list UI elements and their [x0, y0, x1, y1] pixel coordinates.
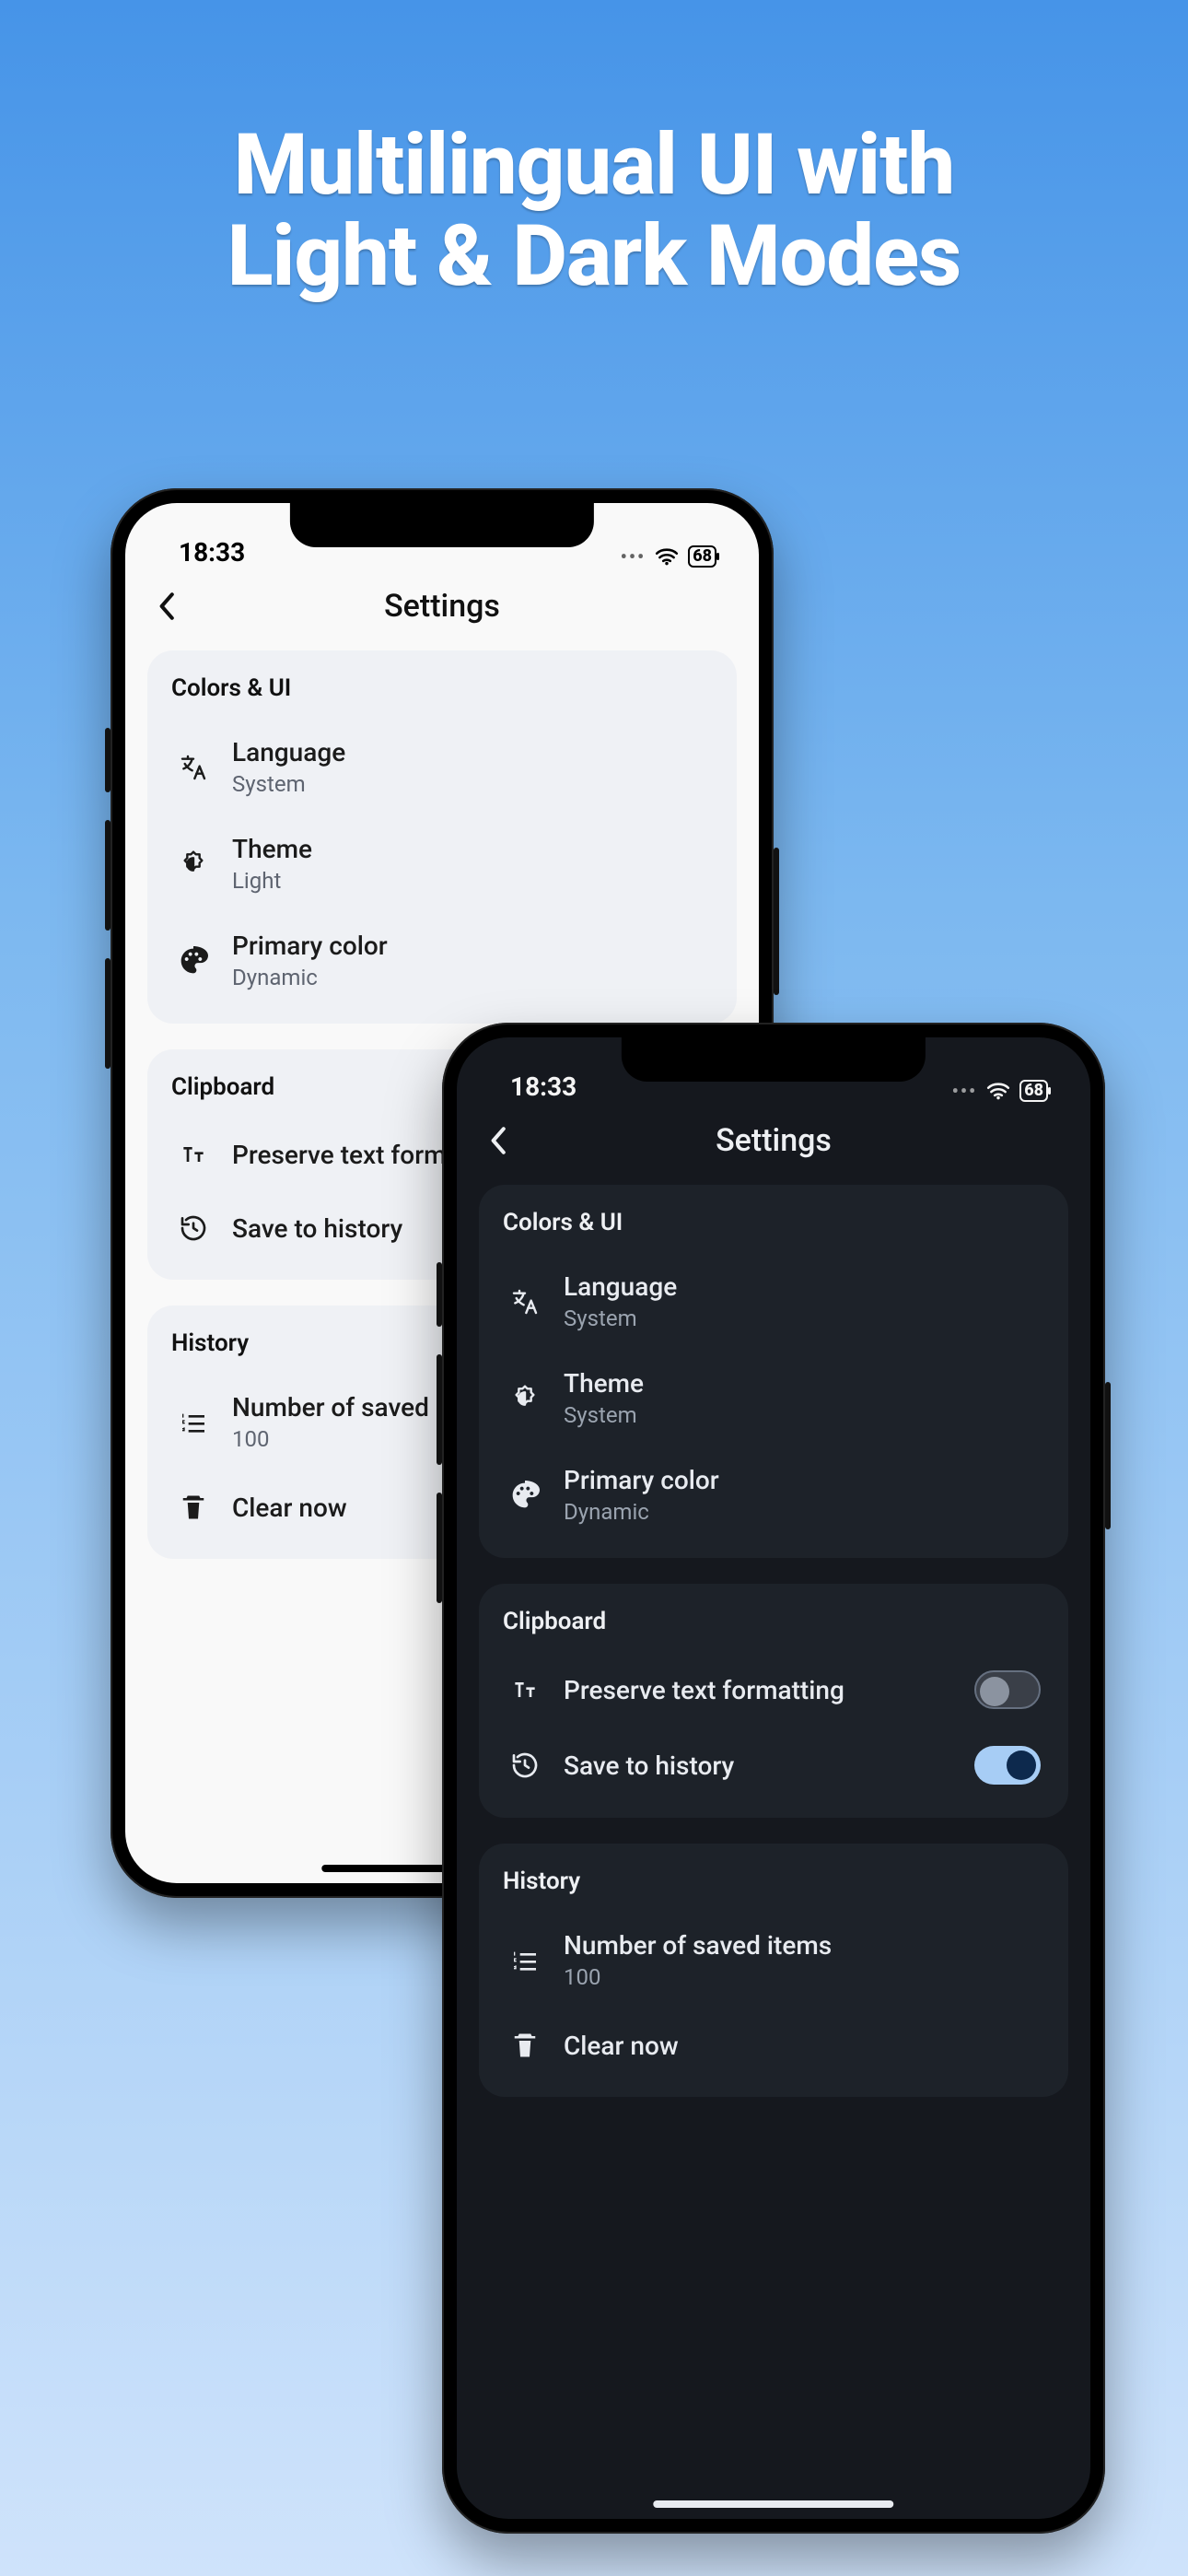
- row-theme[interactable]: Theme Light: [171, 815, 713, 912]
- row-label: Language: [564, 1271, 1041, 1302]
- page-title: Settings: [125, 588, 759, 625]
- brightness-icon: [175, 846, 212, 883]
- row-saved-count[interactable]: Number of saved items 100: [503, 1912, 1044, 2008]
- status-time: 18:33: [510, 1071, 577, 1102]
- battery-indicator: 68: [688, 545, 716, 568]
- battery-indicator: 68: [1019, 1080, 1048, 1102]
- phone-frame-dark: 18:33 ••• 68 Settings Colors & UI: [442, 1023, 1105, 2534]
- row-label: Language: [232, 737, 709, 767]
- row-label: Clear now: [564, 2031, 1041, 2061]
- row-label: Primary color: [232, 931, 709, 961]
- section-title: Clipboard: [503, 1608, 1044, 1635]
- page-title: Settings: [457, 1122, 1090, 1159]
- nav-header: Settings: [125, 569, 759, 643]
- row-value: Dynamic: [564, 1499, 1041, 1525]
- palette-icon: [507, 1477, 543, 1514]
- cellular-icon: •••: [621, 545, 646, 568]
- row-clear-now[interactable]: Clear now: [503, 2008, 1044, 2082]
- row-label: Theme: [232, 834, 709, 864]
- phone-side-button: [105, 820, 111, 931]
- phone-notch: [622, 1037, 926, 1082]
- phone-side-button: [1105, 1382, 1111, 1529]
- phone-side-button: [437, 1262, 442, 1327]
- history-icon: [175, 1210, 212, 1247]
- promo-line-2: Light & Dark Modes: [227, 207, 961, 306]
- trash-icon: [507, 2027, 543, 2064]
- status-time: 18:33: [179, 537, 245, 568]
- row-label: Number of saved items: [564, 1930, 1041, 1961]
- history-icon: [507, 1747, 543, 1784]
- translate-icon: [507, 1283, 543, 1320]
- trash-icon: [175, 1489, 212, 1526]
- promo-line-1: Multilingual UI with: [234, 116, 954, 215]
- row-theme[interactable]: Theme System: [503, 1350, 1044, 1446]
- row-value: Light: [232, 868, 709, 894]
- nav-header: Settings: [457, 1104, 1090, 1177]
- phone-side-button: [437, 1354, 442, 1465]
- list-numbered-icon: [507, 1942, 543, 1979]
- section-clipboard: Clipboard Preserve text formatting: [479, 1584, 1068, 1818]
- row-label: Theme: [564, 1368, 1041, 1399]
- row-label: Preserve text formatting: [564, 1675, 954, 1705]
- list-numbered-icon: [175, 1404, 212, 1441]
- row-label: Primary color: [564, 1465, 1041, 1495]
- row-save-history[interactable]: Save to history: [503, 1727, 1044, 1803]
- home-indicator[interactable]: [653, 2500, 893, 2508]
- brightness-icon: [507, 1380, 543, 1417]
- row-language[interactable]: Language System: [503, 1253, 1044, 1350]
- row-language[interactable]: Language System: [171, 719, 713, 815]
- phone-side-button: [437, 1493, 442, 1603]
- palette-icon: [175, 943, 212, 979]
- row-value: System: [564, 1306, 1041, 1331]
- row-primary-color[interactable]: Primary color Dynamic: [503, 1446, 1044, 1543]
- row-value: System: [232, 771, 709, 797]
- section-title: History: [503, 1868, 1044, 1895]
- row-value: Dynamic: [232, 965, 709, 990]
- promo-headline: Multilingual UI with Light & Dark Modes: [0, 120, 1188, 303]
- phone-side-button: [105, 958, 111, 1069]
- row-label: Save to history: [564, 1751, 954, 1781]
- section-title: Colors & UI: [171, 674, 713, 702]
- wifi-icon: [986, 1082, 1010, 1100]
- text-format-icon: [507, 1671, 543, 1708]
- row-preserve-formatting[interactable]: Preserve text formatting: [503, 1652, 1044, 1727]
- cellular-icon: •••: [952, 1080, 978, 1102]
- row-value: 100: [564, 1964, 1041, 1990]
- section-colors-ui: Colors & UI Language System Them: [479, 1185, 1068, 1558]
- row-value: System: [564, 1402, 1041, 1428]
- section-title: Colors & UI: [503, 1209, 1044, 1236]
- translate-icon: [175, 749, 212, 786]
- wifi-icon: [655, 547, 679, 566]
- phone-notch: [290, 503, 594, 547]
- phone-side-button: [774, 848, 779, 995]
- toggle-save-history[interactable]: [974, 1746, 1041, 1785]
- row-primary-color[interactable]: Primary color Dynamic: [171, 912, 713, 1009]
- toggle-preserve-formatting[interactable]: [974, 1670, 1041, 1709]
- text-format-icon: [175, 1136, 212, 1173]
- section-colors-ui: Colors & UI Language System Them: [147, 650, 737, 1024]
- section-history: History Number of saved items 100: [479, 1844, 1068, 2097]
- phone-side-button: [105, 728, 111, 792]
